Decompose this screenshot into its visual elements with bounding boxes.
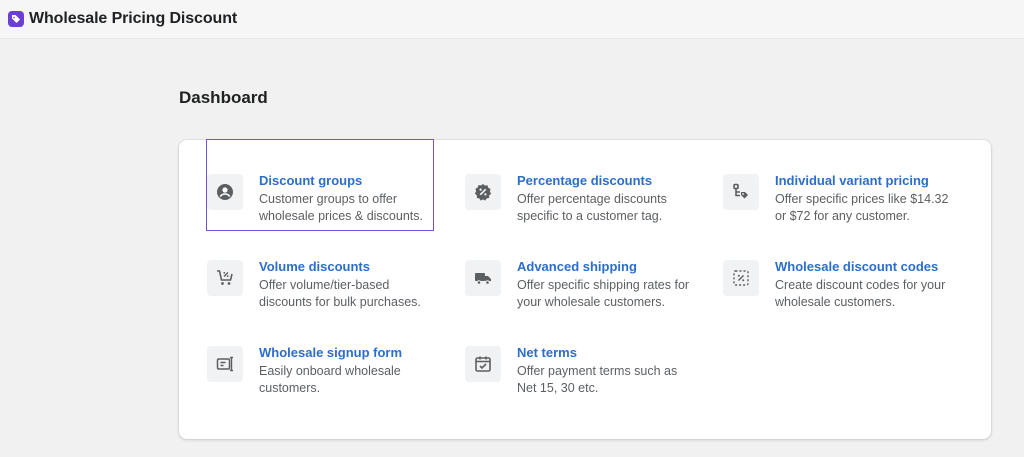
feature-description: Create discount codes for your wholesale… — [775, 278, 946, 309]
feature-title[interactable]: Wholesale signup form — [259, 345, 402, 360]
feature-percentage-discounts[interactable]: Percentage discounts Offer percentage di… — [465, 140, 691, 230]
feature-net-terms[interactable]: Net terms Offer payment terms such as Ne… — [465, 312, 691, 402]
feature-description: Customer groups to offer wholesale price… — [259, 192, 423, 223]
discount-code-icon — [723, 260, 759, 296]
feature-wholesale-signup-form[interactable]: Wholesale signup form Easily onboard who… — [207, 312, 433, 402]
app-header: Wholesale Pricing Discount — [0, 0, 1024, 39]
feature-individual-variant-pricing[interactable]: Individual variant pricing Offer specifi… — [723, 140, 949, 230]
feature-title[interactable]: Wholesale discount codes — [775, 259, 938, 274]
page-title: Dashboard — [179, 88, 268, 107]
feature-discount-groups[interactable]: Discount groups Customer groups to offer… — [206, 139, 434, 231]
feature-title[interactable]: Individual variant pricing — [775, 173, 929, 188]
feature-description: Offer specific prices like $14.32 or $72… — [775, 192, 949, 223]
feature-description: Offer payment terms such as Net 15, 30 e… — [517, 364, 678, 395]
feature-title[interactable]: Volume discounts — [259, 259, 370, 274]
feature-wholesale-discount-codes[interactable]: Wholesale discount codes Create discount… — [723, 226, 949, 316]
feature-title[interactable]: Net terms — [517, 345, 577, 360]
calendar-check-icon — [465, 346, 501, 382]
feature-description: Offer specific shipping rates for your w… — [517, 278, 690, 309]
feature-description: Easily onboard wholesale customers. — [259, 364, 401, 395]
app-title: Wholesale Pricing Discount — [29, 10, 238, 27]
form-icon — [207, 346, 243, 382]
cart-discount-icon — [207, 260, 243, 296]
feature-title[interactable]: Discount groups — [259, 173, 362, 188]
customer-icon — [207, 174, 243, 210]
feature-description: Offer volume/tier-based discounts for bu… — [259, 278, 421, 309]
feature-description: Offer percentage discounts specific to a… — [517, 192, 667, 223]
truck-icon — [465, 260, 501, 296]
features-card: Discount groups Customer groups to offer… — [179, 139, 991, 439]
variant-tag-icon — [723, 174, 759, 210]
tag-icon — [8, 11, 24, 27]
feature-title[interactable]: Percentage discounts — [517, 173, 652, 188]
feature-title[interactable]: Advanced shipping — [517, 259, 637, 274]
feature-volume-discounts[interactable]: Volume discounts Offer volume/tier-based… — [207, 226, 433, 316]
discount-badge-icon — [465, 174, 501, 210]
feature-advanced-shipping[interactable]: Advanced shipping Offer specific shippin… — [465, 226, 691, 316]
